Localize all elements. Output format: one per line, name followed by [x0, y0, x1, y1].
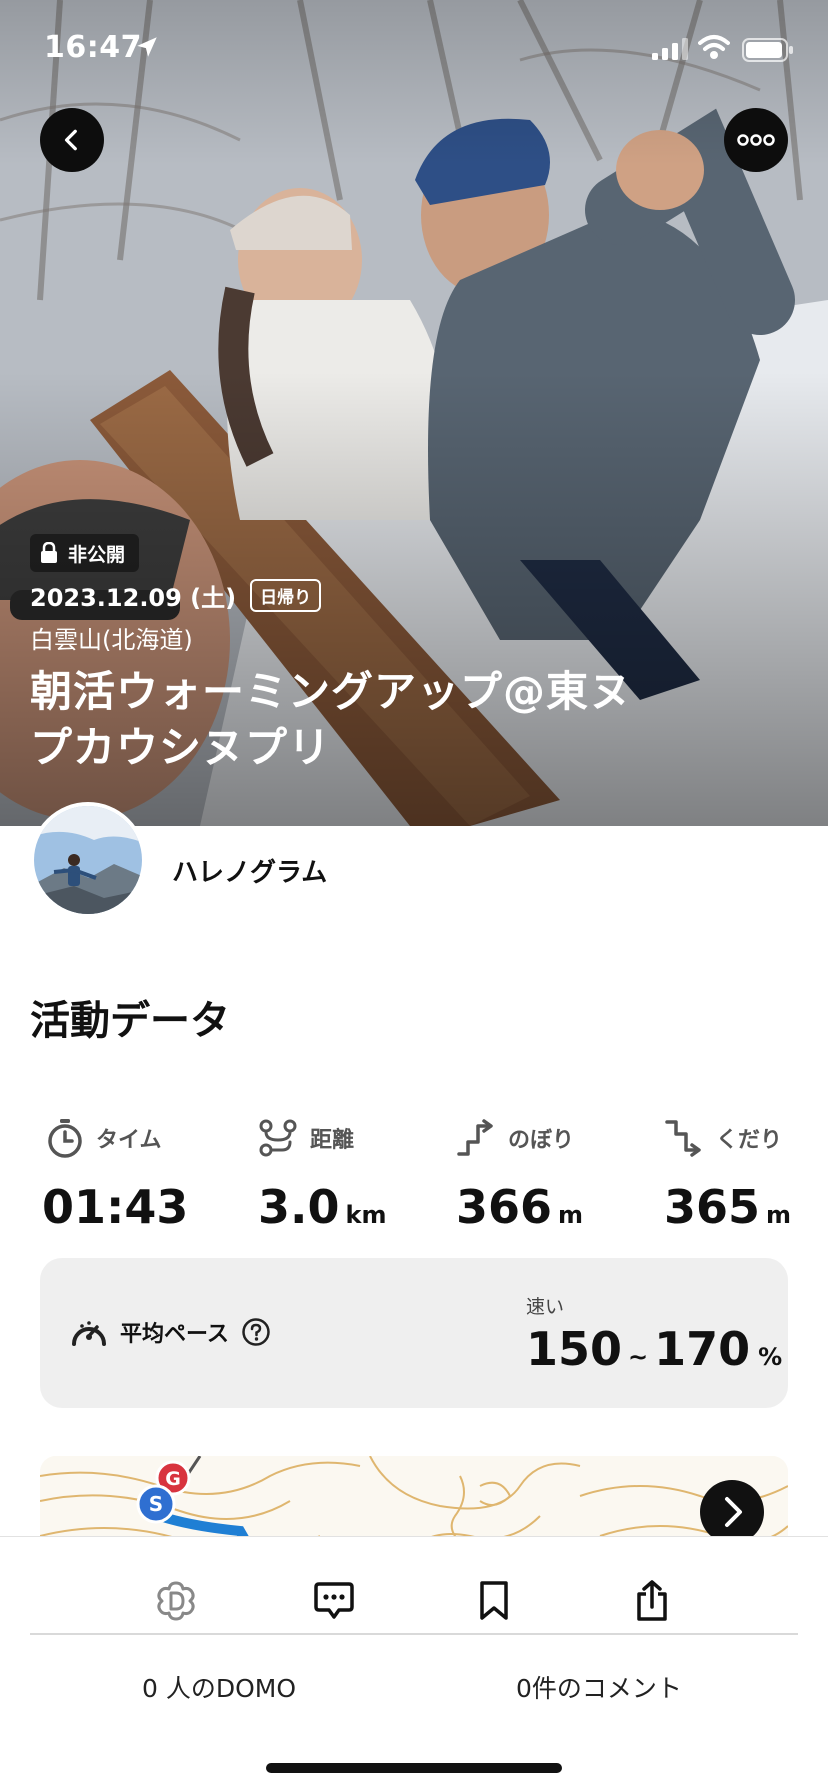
activity-data-heading: 活動データ	[30, 998, 230, 1044]
activity-date: 2023.12.09 (土)	[30, 584, 237, 612]
comment-count[interactable]: 0件のコメント	[516, 1669, 682, 1705]
stat-time-label: タイム	[96, 1128, 162, 1153]
bottom-action-bar: 0 人のDOMO 0件のコメント	[0, 1536, 828, 1792]
avatar[interactable]	[30, 802, 146, 918]
average-pace-label-row: 平均ペース	[70, 1316, 271, 1348]
privacy-label: 非公開	[68, 543, 126, 566]
pace-max: 170	[654, 1322, 751, 1376]
stat-ascent-value: 366	[456, 1180, 553, 1234]
domo-button[interactable]	[148, 1573, 204, 1629]
stat-descent-label: くだり	[716, 1128, 783, 1153]
mountain-name[interactable]: 白雲山(北海道)	[30, 620, 193, 655]
stat-ascent: のぼり 366 m	[456, 1118, 656, 1234]
trip-type-badge: 日帰り	[250, 579, 322, 612]
pace-min: 150	[526, 1322, 623, 1376]
average-pace-card: 平均ペース 速い 150 ~170%	[40, 1258, 788, 1408]
privacy-badge: 非公開	[30, 534, 140, 572]
user-name[interactable]: ハレノグラム	[172, 852, 327, 889]
bottom-divider	[30, 1633, 798, 1635]
pace-range: 150 ~170%	[526, 1322, 782, 1376]
wifi-icon	[698, 35, 730, 59]
avatar-image	[34, 806, 142, 914]
more-dots-icon	[737, 134, 775, 146]
average-pace-label: 平均ペース	[120, 1322, 229, 1347]
svg-text:G: G	[165, 1468, 181, 1490]
comment-bubble-icon	[314, 1582, 354, 1619]
share-icon	[637, 1580, 667, 1621]
map-next-button[interactable]	[700, 1480, 764, 1544]
stat-time-value: 01:43	[42, 1180, 189, 1234]
activity-date-row: 2023.12.09 (土) 日帰り	[30, 578, 322, 613]
bookmark-button[interactable]	[466, 1573, 522, 1629]
battery-icon	[742, 38, 793, 62]
speedometer-icon	[72, 1321, 106, 1346]
help-question-icon[interactable]	[241, 1317, 271, 1347]
pace-unit: %	[758, 1343, 783, 1371]
domo-flower-icon	[157, 1581, 195, 1621]
back-button[interactable]	[40, 108, 104, 172]
bookmark-icon	[480, 1581, 508, 1620]
stat-distance-value: 3.0	[258, 1180, 340, 1234]
stat-descent-unit: m	[766, 1201, 792, 1229]
svg-text:S: S	[149, 1492, 163, 1516]
chevron-left-icon	[64, 129, 77, 151]
lock-icon	[41, 542, 57, 563]
more-options-button[interactable]	[724, 108, 788, 172]
stat-distance-unit: km	[345, 1201, 387, 1229]
share-button[interactable]	[624, 1573, 680, 1629]
stat-descent: くだり 365 m	[664, 1118, 828, 1234]
activity-title: 朝活ウォーミングアップ@東ヌプカウシヌプリ	[30, 667, 633, 772]
hero-photo: 16:47 非公開 2023.12.09 (土) 日帰り 白雲山(北海道) 朝活…	[0, 0, 828, 826]
stat-distance-label: 距離	[310, 1128, 355, 1153]
stat-time: タイム 01:43	[42, 1118, 246, 1234]
cellular-signal-icon	[652, 38, 688, 60]
stopwatch-icon	[48, 1119, 82, 1158]
comment-button[interactable]	[306, 1573, 362, 1629]
location-arrow-icon	[137, 37, 157, 57]
stat-ascent-label: のぼり	[508, 1128, 575, 1153]
stat-ascent-unit: m	[558, 1201, 584, 1229]
status-bar: 16:47	[0, 0, 828, 96]
home-indicator[interactable]	[266, 1763, 562, 1773]
descent-arrow-icon	[665, 1120, 701, 1157]
pace-level: 速い	[526, 1296, 565, 1318]
route-distance-icon	[259, 1119, 297, 1157]
status-time: 16:47	[44, 30, 142, 65]
pace-separator: ~	[628, 1343, 649, 1371]
ascent-arrow-icon	[457, 1119, 493, 1156]
domo-count[interactable]: 0 人のDOMO	[142, 1669, 296, 1705]
stat-distance: 距離 3.0 km	[258, 1118, 458, 1234]
stat-descent-value: 365	[664, 1180, 761, 1234]
start-marker: S	[136, 1484, 176, 1524]
